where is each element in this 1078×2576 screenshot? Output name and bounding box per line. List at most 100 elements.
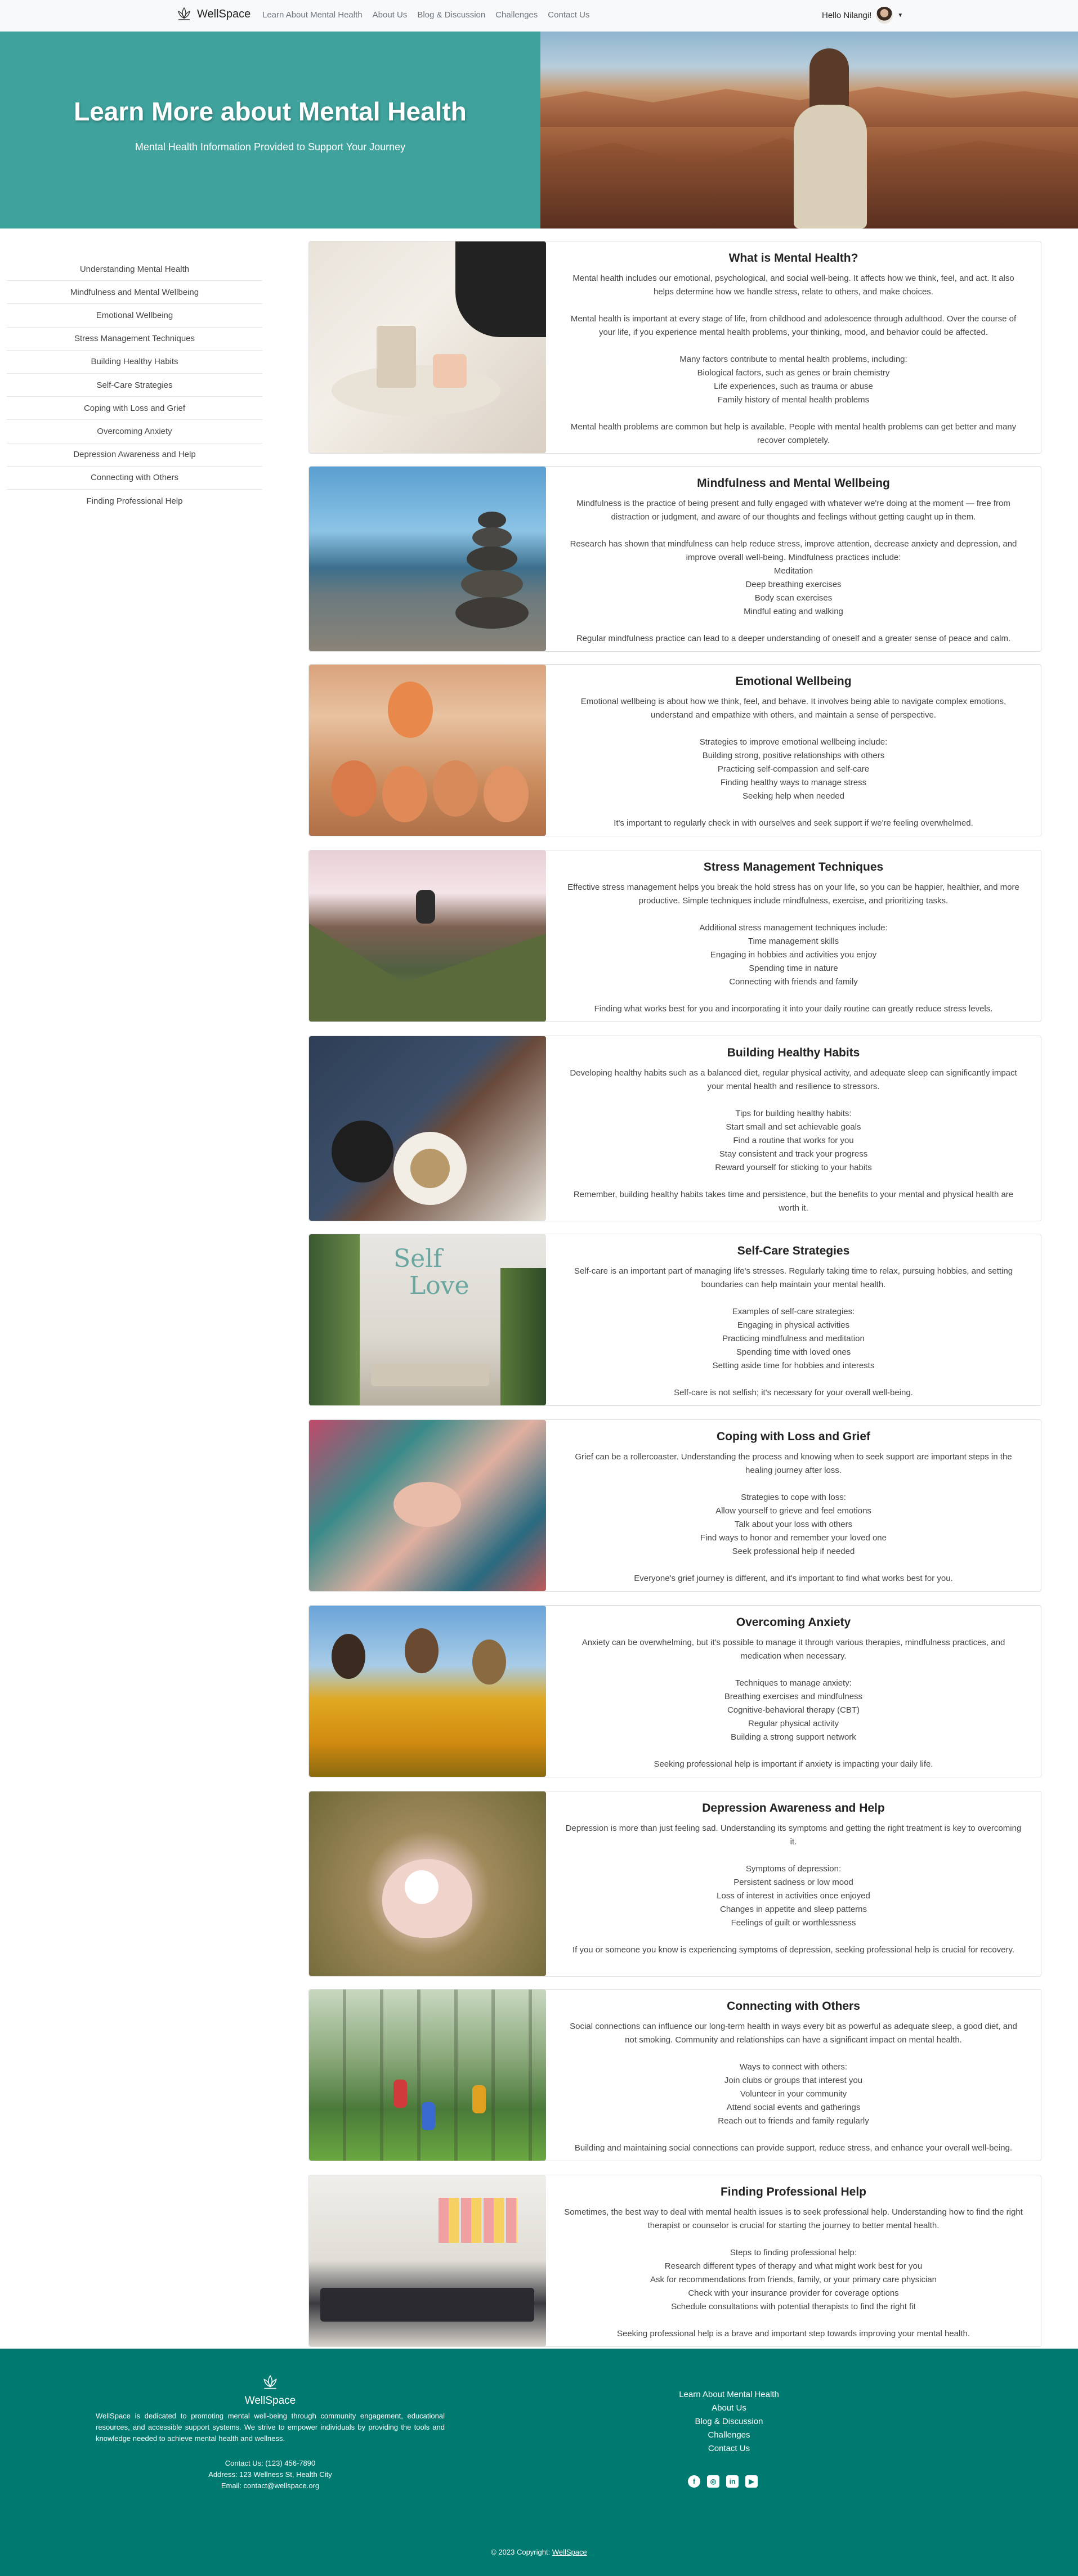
nav-link-challenges[interactable]: Challenges xyxy=(495,10,538,20)
card-image-jumping-person xyxy=(309,850,546,1022)
card-list: Many factors contribute to mental health… xyxy=(563,353,1024,407)
list-item: Meditation xyxy=(773,566,813,576)
card-image-flower-hands xyxy=(309,1791,546,1976)
card-professional: Finding Professional Help Sometimes, the… xyxy=(308,2175,1041,2347)
sidebar-item-mindfulness[interactable]: Mindfulness and Mental Wellbeing xyxy=(7,281,262,304)
list-item: Research different types of therapy and … xyxy=(664,2261,923,2271)
card-list: Ways to connect with others: Join clubs … xyxy=(563,2060,1024,2128)
card-intro: Sometimes, the best way to deal with men… xyxy=(564,2207,1023,2230)
card-body: Overcoming Anxiety Anxiety can be overwh… xyxy=(546,1606,1041,1777)
card-image-kids-playing xyxy=(309,1990,546,2161)
social-links: f ◎ in ▶ xyxy=(688,2475,758,2488)
navbar: WellSpace Learn About Mental Health Abou… xyxy=(0,0,1078,32)
lotus-logo-icon xyxy=(178,7,190,20)
list-item: Body scan exercises xyxy=(754,593,833,603)
list-item: Join clubs or groups that interest you xyxy=(724,2076,863,2085)
list-item: Allow yourself to grieve and feel emotio… xyxy=(715,1506,871,1516)
nav-link-contact[interactable]: Contact Us xyxy=(548,10,589,20)
lotus-logo-icon xyxy=(263,2375,277,2389)
footer-link-contact[interactable]: Contact Us xyxy=(676,2442,782,2456)
list-item: Attend social events and gatherings xyxy=(726,2103,861,2112)
card-body: Self-Care Strategies Self-care is an imp… xyxy=(546,1234,1041,1405)
card-mindfulness: Mindfulness and Mental Wellbeing Mindful… xyxy=(308,466,1041,652)
card-list: Examples of self-care strategies: Engagi… xyxy=(563,1305,1024,1373)
list-item: Practicing mindfulness and meditation xyxy=(722,1334,865,1343)
list-item: Spending time with loved ones xyxy=(736,1347,851,1357)
card-title: Mindfulness and Mental Wellbeing xyxy=(697,477,890,490)
card-body: Building Healthy Habits Developing healt… xyxy=(546,1036,1041,1221)
caret-down-icon[interactable]: ▼ xyxy=(897,12,903,19)
card-outro: Self-care is not selfish; it's necessary… xyxy=(674,1388,913,1397)
sidebar-item-emotional[interactable]: Emotional Wellbeing xyxy=(7,304,262,328)
card-outro: Seeking professional help is a brave and… xyxy=(616,2329,970,2338)
list-item: Steps to finding professional help: xyxy=(730,2248,857,2257)
list-item: Mindful eating and walking xyxy=(744,607,843,616)
hero: Learn More about Mental Health Mental He… xyxy=(0,32,1078,229)
list-item: Strategies to cope with loss: xyxy=(741,1493,846,1502)
list-item: Volunteer in your community xyxy=(740,2089,847,2099)
sidebar-item-grief[interactable]: Coping with Loss and Grief xyxy=(7,397,262,420)
copyright-link[interactable]: WellSpace xyxy=(552,2548,587,2556)
sidebar-item-habits[interactable]: Building Healthy Habits xyxy=(7,351,262,374)
card-title: Coping with Loss and Grief xyxy=(717,1430,870,1443)
list-item: Ways to connect with others: xyxy=(739,2062,848,2072)
card-stress: Stress Management Techniques Effective s… xyxy=(308,850,1041,1022)
list-item: Feelings of guilt or worthlessness xyxy=(731,1918,856,1928)
sidebar-item-professional[interactable]: Finding Professional Help xyxy=(7,490,262,513)
instagram-icon[interactable]: ◎ xyxy=(707,2475,719,2488)
footer-link-challenges[interactable]: Challenges xyxy=(676,2429,782,2442)
list-item: Techniques to manage anxiety: xyxy=(735,1678,852,1688)
nav-link-about[interactable]: About Us xyxy=(373,10,408,20)
card-intro: Depression is more than just feeling sad… xyxy=(565,1824,1022,1847)
card-intro: Effective stress management helps you br… xyxy=(567,882,1019,906)
facebook-icon[interactable]: f xyxy=(688,2475,700,2488)
card-title: Depression Awareness and Help xyxy=(702,1802,885,1815)
card-outro: Regular mindfulness practice can lead to… xyxy=(576,634,1011,643)
footer-link-about[interactable]: About Us xyxy=(676,2402,782,2415)
sidebar-item-selfcare[interactable]: Self-Care Strategies xyxy=(7,374,262,397)
list-item: Persistent sadness or low mood xyxy=(733,1878,853,1887)
sidebar-item-depression[interactable]: Depression Awareness and Help xyxy=(7,443,262,467)
list-item: Symptoms of depression: xyxy=(745,1864,842,1874)
list-item: Biological factors, such as genes or bra… xyxy=(697,368,890,378)
list-item: Talk about your loss with others xyxy=(734,1520,853,1529)
list-item: Reach out to friends and family regularl… xyxy=(718,2116,869,2126)
list-item: Stay consistent and track your progress xyxy=(719,1149,868,1159)
card-body: What is Mental Health? Mental health inc… xyxy=(546,241,1041,453)
list-item: Cognitive-behavioral therapy (CBT) xyxy=(727,1705,860,1715)
nav-link-learn[interactable]: Learn About Mental Health xyxy=(262,10,363,20)
card-title: Emotional Wellbeing xyxy=(735,675,852,688)
list-item: Deep breathing exercises xyxy=(745,580,842,589)
footer-email: Email: contact@wellspace.org xyxy=(221,2481,320,2490)
list-item: Schedule consultations with potential th… xyxy=(671,2302,916,2311)
card-body: Connecting with Others Social connection… xyxy=(546,1990,1041,2161)
card-image-self-love: Self Love xyxy=(309,1234,546,1405)
card-outro: Finding what works best for you and inco… xyxy=(594,1004,993,1014)
list-item: Examples of self-care strategies: xyxy=(732,1307,855,1316)
user-menu[interactable]: Hello Nilangi! ▼ xyxy=(822,7,903,24)
brand[interactable]: WellSpace xyxy=(176,6,251,23)
card-image-breakfast xyxy=(309,1036,546,1221)
footer-link-blog[interactable]: Blog & Discussion xyxy=(676,2415,782,2429)
sidebar: Understanding Mental Health Mindfulness … xyxy=(7,258,262,513)
footer-phone: Contact Us: (123) 456-7890 xyxy=(225,2459,316,2467)
sidebar-item-stress[interactable]: Stress Management Techniques xyxy=(7,328,262,351)
sidebar-item-anxiety[interactable]: Overcoming Anxiety xyxy=(7,420,262,443)
linkedin-icon[interactable]: in xyxy=(726,2475,739,2488)
brand-name: WellSpace xyxy=(197,7,251,20)
list-item: Many factors contribute to mental health… xyxy=(679,355,907,364)
sidebar-item-understanding[interactable]: Understanding Mental Health xyxy=(7,258,262,281)
nav-link-blog[interactable]: Blog & Discussion xyxy=(417,10,485,20)
avatar[interactable] xyxy=(876,7,893,24)
youtube-icon[interactable]: ▶ xyxy=(745,2475,758,2488)
card-list: Techniques to manage anxiety: Breathing … xyxy=(563,1677,1024,1744)
card-list: Steps to finding professional help: Rese… xyxy=(563,2246,1024,2314)
card-list: Strategies to cope with loss: Allow your… xyxy=(563,1491,1024,1558)
sidebar-item-connecting[interactable]: Connecting with Others xyxy=(7,467,262,490)
main-content: Understanding Mental Health Mindfulness … xyxy=(0,229,1078,2349)
card-outro: Building and maintaining social connecti… xyxy=(574,2143,1013,2153)
card-body: Stress Management Techniques Effective s… xyxy=(546,850,1041,1022)
footer-link-learn[interactable]: Learn About Mental Health xyxy=(676,2388,782,2402)
card-title: What is Mental Health? xyxy=(728,252,858,265)
card-outro: Remember, building healthy habits takes … xyxy=(573,1190,1014,1213)
